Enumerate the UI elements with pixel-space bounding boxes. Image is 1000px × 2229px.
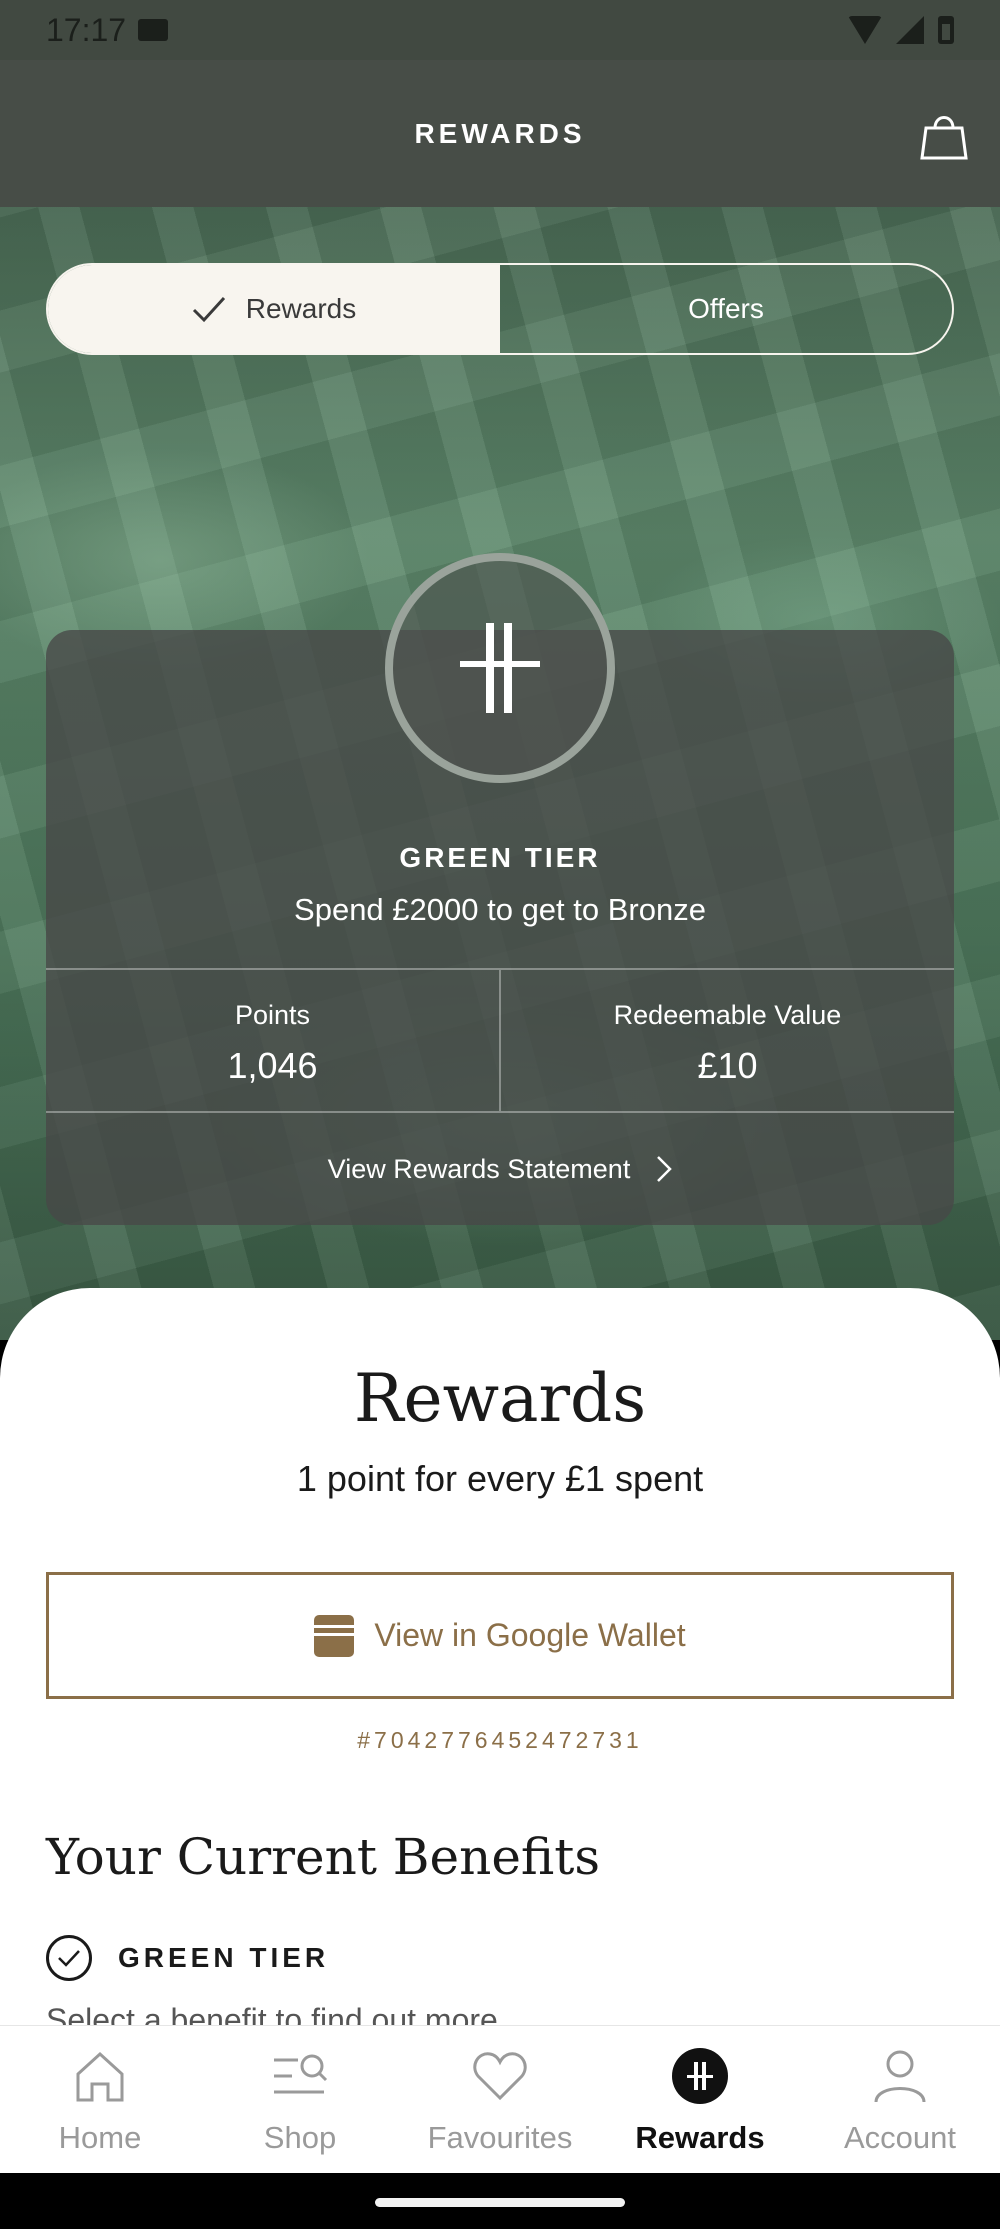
- tier-name: GREEN TIER: [399, 842, 601, 873]
- rewards-logo-icon: [672, 2048, 728, 2104]
- brand-logo-icon: [460, 623, 540, 713]
- home-gesture-bar[interactable]: [375, 2198, 625, 2207]
- home-icon: [76, 2051, 124, 2102]
- nav-home-label: Home: [58, 2120, 142, 2155]
- person-icon: [874, 2050, 926, 2103]
- check-circle-icon: [46, 1935, 92, 1981]
- benefit-tier-label: GREEN TIER: [118, 1942, 330, 1973]
- tab-offers[interactable]: Offers: [500, 265, 952, 353]
- nav-account[interactable]: Account: [800, 2026, 1000, 2173]
- nav-rewards-label: Rewards: [635, 2120, 765, 2155]
- rewards-subtitle: 1 point for every £1 spent: [296, 1458, 704, 1499]
- benefits-title: Your Current Benefits: [46, 1828, 601, 1886]
- tier-stats: Points 1,046 Redeemable Value £10: [46, 968, 954, 1113]
- rewards-offers-toggle: Rewards Offers: [46, 263, 954, 355]
- redeemable-value: £10: [697, 1045, 758, 1086]
- tab-rewards[interactable]: Rewards: [48, 265, 500, 353]
- points-label: Points: [234, 1000, 311, 1030]
- nav-favourites-label: Favourites: [427, 2120, 573, 2155]
- nav-shop-label: Shop: [263, 2120, 337, 2155]
- statement-link-label: View Rewards Statement: [327, 1153, 631, 1184]
- battery-icon: [938, 16, 954, 44]
- nav-home[interactable]: Home: [0, 2026, 200, 2173]
- status-time: 17:17: [46, 11, 127, 48]
- check-icon: [192, 296, 225, 323]
- status-bar: 17:17: [0, 0, 1000, 60]
- benefit-tier-row[interactable]: GREEN TIER: [46, 1935, 329, 1981]
- redeemable-stat: Redeemable Value £10: [499, 970, 954, 1111]
- nav-rewards[interactable]: Rewards: [600, 2026, 800, 2173]
- nav-account-label: Account: [843, 2120, 956, 2155]
- chevron-right-icon: [657, 1156, 673, 1182]
- tier-progress-text: Spend £2000 to get to Bronze: [294, 892, 706, 927]
- points-stat: Points 1,046: [46, 970, 499, 1111]
- signal-icon: [896, 16, 924, 44]
- tab-offers-label: Offers: [688, 293, 764, 324]
- loyalty-card-number: #7042776452472731: [357, 1727, 643, 1753]
- rewards-title: Rewards: [353, 1360, 647, 1437]
- shop-search-icon: [274, 2054, 328, 2094]
- google-wallet-button[interactable]: View in Google Wallet: [46, 1572, 954, 1699]
- heart-icon: [473, 2052, 527, 2101]
- tab-rewards-label: Rewards: [245, 293, 357, 324]
- redeemable-label: Redeemable Value: [613, 1000, 842, 1030]
- view-rewards-statement-link[interactable]: View Rewards Statement: [46, 1113, 954, 1225]
- wallet-icon: [314, 1614, 355, 1657]
- google-wallet-label: View in Google Wallet: [374, 1617, 686, 1653]
- app-header: REWARDS: [0, 60, 1000, 207]
- nav-shop[interactable]: Shop: [200, 2026, 400, 2173]
- tier-badge: [385, 553, 615, 783]
- bottom-navigation: Home Shop Favourites Rewards Account: [0, 2025, 1000, 2173]
- notification-icon: [138, 19, 169, 41]
- shopping-bag-icon[interactable]: [918, 108, 970, 160]
- nav-favourites[interactable]: Favourites: [400, 2026, 600, 2173]
- points-value: 1,046: [227, 1045, 318, 1086]
- page-title: REWARDS: [414, 117, 586, 149]
- wifi-icon: [848, 16, 882, 44]
